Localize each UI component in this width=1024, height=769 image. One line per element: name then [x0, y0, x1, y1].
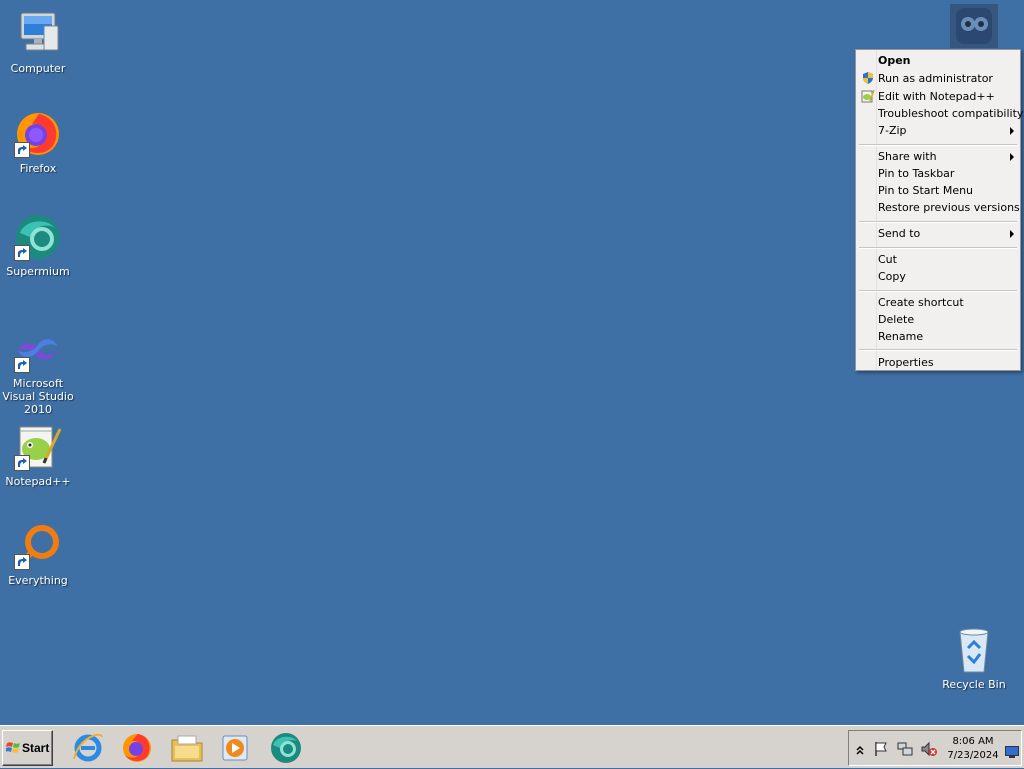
desktop-icon-label: Everything — [8, 574, 68, 587]
desktop-icon-supermium[interactable]: Supermium — [0, 213, 78, 278]
clock-date: 7/23/2024 — [947, 750, 999, 761]
menu-item-copy[interactable]: Copy — [858, 268, 1018, 285]
menu-item-send-to[interactable]: Send to — [858, 225, 1018, 242]
menu-item-label: Open — [878, 54, 911, 67]
windows-flag-icon — [5, 741, 21, 758]
submenu-arrow-icon — [1010, 153, 1014, 161]
menu-item-share-with[interactable]: Share with — [858, 148, 1018, 165]
menu-item-edit-with-notepadpp[interactable]: Edit with Notepad++ — [858, 88, 1018, 105]
action-center-flag-icon[interactable] — [873, 741, 889, 761]
start-label: Start — [22, 741, 50, 755]
desktop-icon-label: Firefox — [19, 162, 57, 175]
clock[interactable]: 8:06 AM 7/23/2024 — [943, 735, 1003, 763]
desktop-icon-recycle-bin[interactable]: Recycle Bin — [934, 626, 1014, 691]
firefox-icon — [14, 110, 62, 158]
media-player-icon[interactable] — [219, 731, 253, 765]
menu-item-run-as-administrator[interactable]: Run as administrator — [858, 70, 1018, 87]
desktop-icon-visual-studio[interactable]: Microsoft Visual Studio 2010 — [0, 325, 78, 416]
uac-shield-icon — [861, 71, 875, 85]
notepadpp-icon — [14, 423, 62, 471]
desktop-icon-notepadpp[interactable]: Notepad++ — [0, 423, 78, 488]
menu-separator — [859, 247, 1017, 249]
menu-item-rename[interactable]: Rename — [858, 328, 1018, 345]
taskbar: Start 8:06 AM 7/23/2024 — [0, 725, 1024, 768]
menu-separator — [859, 349, 1017, 351]
menu-item-label: Pin to Taskbar — [878, 167, 955, 180]
computer-icon — [14, 10, 62, 58]
shortcut-arrow-icon — [14, 357, 30, 373]
menu-item-label: Properties — [878, 356, 934, 369]
menu-item-delete[interactable]: Delete — [858, 311, 1018, 328]
network-icon[interactable] — [897, 741, 913, 761]
menu-item-label: Run as administrator — [878, 72, 993, 85]
desktop-icon-label: Notepad++ — [5, 475, 71, 488]
menu-item-label: Share with — [878, 150, 937, 163]
firefox-icon[interactable] — [120, 731, 154, 765]
selected-desktop-item[interactable] — [950, 4, 998, 48]
visual-studio-icon — [14, 325, 62, 373]
menu-item-label: Edit with Notepad++ — [878, 90, 995, 103]
clock-time: 8:06 AM — [952, 736, 994, 747]
desktop-icon-computer[interactable]: Computer — [0, 10, 78, 75]
menu-item-restore-previous-versions[interactable]: Restore previous versions — [858, 199, 1020, 216]
menu-separator — [859, 221, 1017, 223]
menu-item-label: Delete — [878, 313, 915, 326]
menu-item-label: Send to — [878, 227, 921, 240]
menu-item-label: 7-Zip — [878, 124, 907, 137]
supermium-icon — [14, 213, 62, 261]
everything-icon — [14, 522, 62, 570]
shortcut-arrow-icon — [14, 455, 30, 471]
menu-separator — [859, 144, 1017, 146]
show-hidden-icons-chevron[interactable] — [855, 741, 865, 760]
menu-item-label: Troubleshoot compatibility — [878, 107, 1024, 120]
system-tray: 8:06 AM 7/23/2024 — [848, 730, 1022, 766]
menu-item-troubleshoot-compatibility[interactable]: Troubleshoot compatibility — [858, 105, 1023, 122]
menu-item-label: Rename — [878, 330, 924, 343]
submenu-arrow-icon — [1010, 230, 1014, 238]
menu-item-label: Copy — [878, 270, 906, 283]
volume-muted-icon[interactable] — [921, 741, 937, 761]
shortcut-arrow-icon — [14, 142, 30, 158]
submenu-arrow-icon — [1010, 127, 1014, 135]
menu-item-label: Pin to Start Menu — [878, 184, 974, 197]
desktop-icon-firefox[interactable]: Firefox — [0, 110, 78, 175]
menu-item-7zip[interactable]: 7-Zip — [858, 122, 1018, 139]
menu-item-properties[interactable]: Properties — [858, 354, 1018, 371]
menu-item-create-shortcut[interactable]: Create shortcut — [858, 294, 1018, 311]
menu-item-pin-to-start-menu[interactable]: Pin to Start Menu — [858, 182, 1018, 199]
menu-item-label: Restore previous versions — [878, 201, 1020, 214]
menu-item-open[interactable]: Open — [858, 52, 1018, 69]
desktop-icon-label: Microsoft Visual Studio 2010 — [2, 377, 74, 416]
file-explorer-icon[interactable] — [170, 731, 204, 765]
menu-item-cut[interactable]: Cut — [858, 251, 1018, 268]
context-menu: Open Run as administrator Edit with Note… — [855, 49, 1023, 371]
desktop-icon-label: Recycle Bin — [942, 678, 1006, 691]
supermium-icon[interactable] — [269, 731, 303, 765]
app-shortcut-icon — [956, 8, 992, 44]
shortcut-arrow-icon — [14, 245, 30, 261]
recycle-bin-icon — [950, 626, 998, 674]
start-button[interactable]: Start — [2, 730, 53, 766]
notepadpp-icon — [861, 89, 875, 103]
menu-item-pin-to-taskbar[interactable]: Pin to Taskbar — [858, 165, 1018, 182]
desktop-icon-label: Computer — [10, 62, 66, 75]
shortcut-arrow-icon — [14, 554, 30, 570]
show-desktop-icon[interactable] — [1005, 743, 1019, 762]
internet-explorer-icon[interactable] — [71, 731, 105, 765]
desktop-icon-everything[interactable]: Everything — [0, 522, 78, 587]
menu-item-label: Create shortcut — [878, 296, 964, 309]
desktop-icon-label: Supermium — [6, 265, 70, 278]
menu-item-label: Cut — [878, 253, 897, 266]
menu-separator — [859, 290, 1017, 292]
